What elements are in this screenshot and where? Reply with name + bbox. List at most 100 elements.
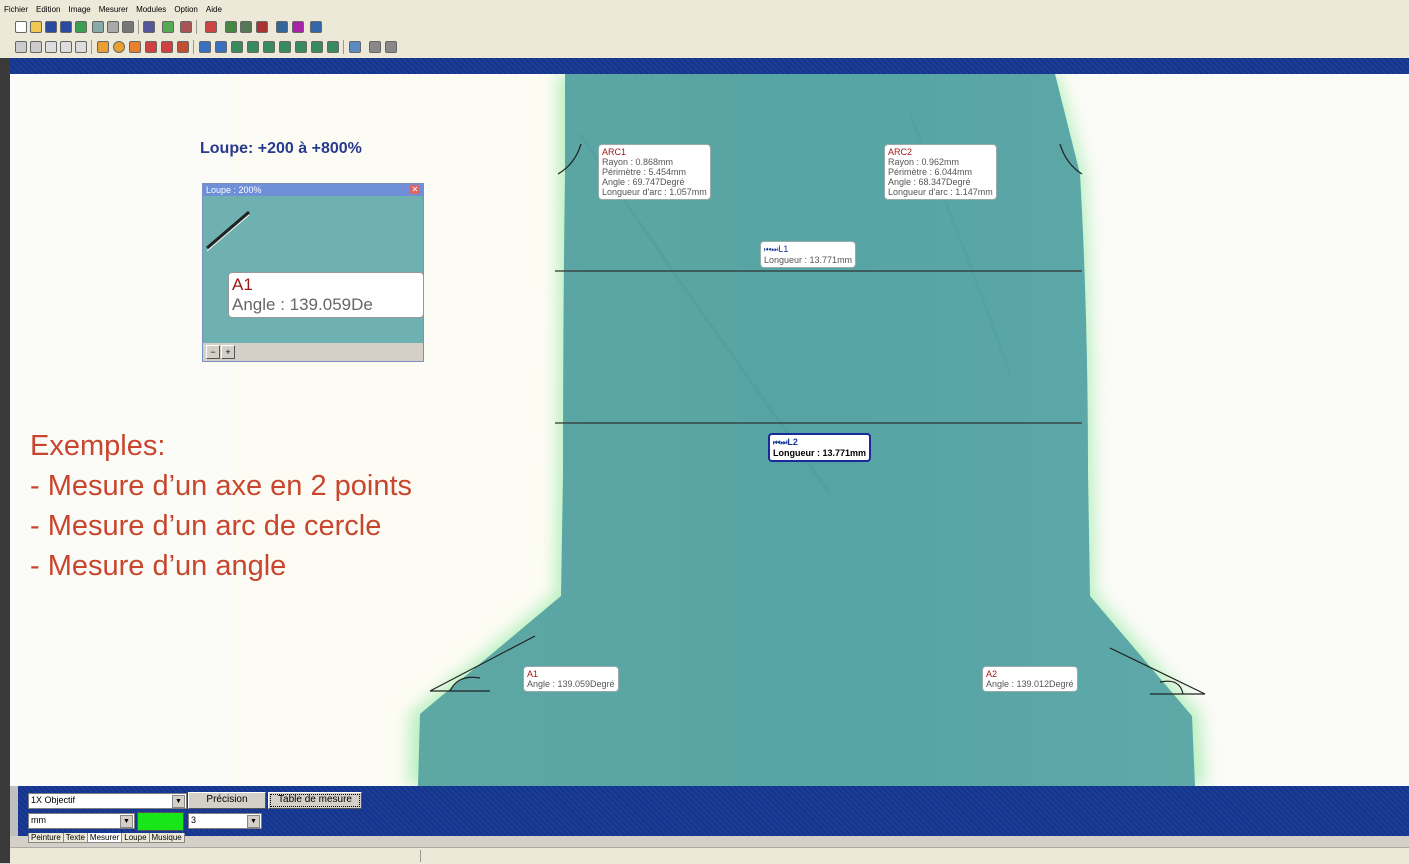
print-icon[interactable] [122,21,134,33]
measure-point-icon[interactable] [311,41,323,53]
zoom-out-icon[interactable]: − [206,345,220,359]
bar-grip [10,786,18,836]
paste-icon[interactable] [75,41,87,53]
a1-name: A1 [527,669,539,679]
color-icon[interactable] [256,21,268,33]
measure-count-icon[interactable] [327,41,339,53]
copy-icon[interactable] [60,41,72,53]
menu-mesurer[interactable]: Mesurer [95,0,132,14]
draw-circle-icon[interactable] [113,41,125,53]
draw-polygon-icon[interactable] [145,41,157,53]
menu-edition[interactable]: Edition [32,0,64,14]
l2-measure-label[interactable]: ⏮⏭L2 Longueur : 13.771mm [768,433,872,462]
left-edge [0,58,10,863]
toolbar-separator [343,40,344,54]
save-as-icon[interactable] [60,21,72,33]
status-bar [10,847,1409,864]
scanner-icon[interactable] [107,21,119,33]
image-tool-icon[interactable] [143,21,155,33]
arc2-name: ARC2 [888,147,913,157]
arc1-measure-label[interactable]: ARC1 Rayon : 0.868mm Périmètre : 5.454mm… [598,144,711,200]
draw-freehand-icon[interactable] [161,41,173,53]
loupe-window[interactable]: Loupe : 200% ✕ A1 Angle : 139.059De − + [202,183,424,362]
examples-heading: Exemples: [30,430,166,462]
chevron-down-icon[interactable]: ▼ [172,795,185,808]
a2-measure-label[interactable]: A2 Angle : 139.012Degré [982,666,1078,692]
redo-icon[interactable] [30,41,42,53]
tab-mesurer[interactable]: Mesurer [86,833,123,843]
measure-arc-icon[interactable] [231,41,243,53]
tab-musique[interactable]: Musique [148,833,185,843]
measure-angle-icon[interactable] [263,41,275,53]
a1-measure-label[interactable]: A1 Angle : 139.059Degré [523,666,619,692]
color-swatch[interactable] [137,812,184,831]
measure-circle-icon[interactable] [247,41,259,53]
globe-icon[interactable] [292,21,304,33]
close-icon[interactable]: ✕ [410,185,420,194]
examples-text: Exemples: - Mesure d’un axe en 2 points … [30,426,412,586]
arc1-name: ARC1 [602,147,627,157]
precision-select[interactable]: 3 ▼ [188,813,262,829]
example-item: - Mesure d’un arc de cercle [30,510,382,542]
loupe-window-title: Loupe : 200% [203,184,423,196]
precision-button[interactable]: Précision [188,792,266,809]
menu-fichier[interactable]: Fichier [0,0,32,14]
loupe-footer: − + [203,343,423,361]
menu-image[interactable]: Image [64,0,94,14]
eraser-icon[interactable] [180,21,192,33]
unit-value: mm [31,815,46,825]
grid-icon[interactable] [75,21,87,33]
example-item: - Mesure d’un axe en 2 points [30,470,413,502]
help-icon[interactable] [310,21,322,33]
calibrate-icon[interactable] [369,41,381,53]
toolbar-measure [0,38,1409,58]
arc2-angle: Angle : 68.347Degré [888,177,971,187]
grid-overlay-icon[interactable] [385,41,397,53]
chevron-down-icon[interactable]: ▼ [247,815,260,828]
arc2-measure-label[interactable]: ARC2 Rayon : 0.962mm Périmètre : 6.044mm… [884,144,997,200]
arc2-perimeter: Périmètre : 6.044mm [888,167,973,177]
adjust-icon[interactable] [162,21,174,33]
canvas-header-bar [10,58,1409,74]
tab-peinture[interactable]: Peinture [28,833,64,843]
unit-select[interactable]: mm ▼ [28,813,135,829]
menu-aide[interactable]: Aide [202,0,226,14]
arc2-arc-length: Longueur d'arc : 1.147mm [888,187,993,197]
tools-icon[interactable] [276,21,288,33]
loupe-zoom-view [206,210,316,277]
measure-parallel-icon[interactable] [215,41,227,53]
filter-icon[interactable] [225,21,237,33]
layers-icon[interactable] [240,21,252,33]
cut-icon[interactable] [45,41,57,53]
chevron-down-icon[interactable]: ▼ [120,815,133,828]
draw-ellipse-icon[interactable] [129,41,141,53]
zoom-icon[interactable] [349,41,361,53]
arc1-perimeter: Périmètre : 5.454mm [602,167,687,177]
a2-angle: Angle : 139.012Degré [986,679,1074,689]
loupe-label-name: A1 [232,275,253,294]
menu-modules[interactable]: Modules [132,0,170,14]
toolbar-main [0,18,1409,38]
l2-name: L2 [787,437,798,447]
undo-icon[interactable] [15,41,27,53]
measure-table-button[interactable]: Table de mesure [268,792,362,809]
camera-icon[interactable] [92,21,104,33]
save-icon[interactable] [45,21,57,33]
image-canvas[interactable]: ARC1 Rayon : 0.868mm Périmètre : 5.454mm… [10,74,1409,786]
objective-select[interactable]: 1X Objectif ▼ [28,793,187,809]
measure-line-icon[interactable] [199,41,211,53]
tab-loupe[interactable]: Loupe [121,833,150,843]
tab-texte[interactable]: Texte [62,833,88,843]
measure-area-icon[interactable] [295,41,307,53]
open-folder-icon[interactable] [30,21,42,33]
bug-icon[interactable] [205,21,217,33]
menu-option[interactable]: Option [170,0,202,14]
draw-rectangle-icon[interactable] [97,41,109,53]
new-file-icon[interactable] [15,21,27,33]
l1-measure-label[interactable]: ⏮⏭L1 Longueur : 13.771mm [760,241,857,268]
arc1-arc-length: Longueur d'arc : 1.057mm [602,187,707,197]
fill-icon[interactable] [177,41,189,53]
measure-radius-icon[interactable] [279,41,291,53]
l1-name: L1 [778,244,789,254]
zoom-in-icon[interactable]: + [221,345,235,359]
